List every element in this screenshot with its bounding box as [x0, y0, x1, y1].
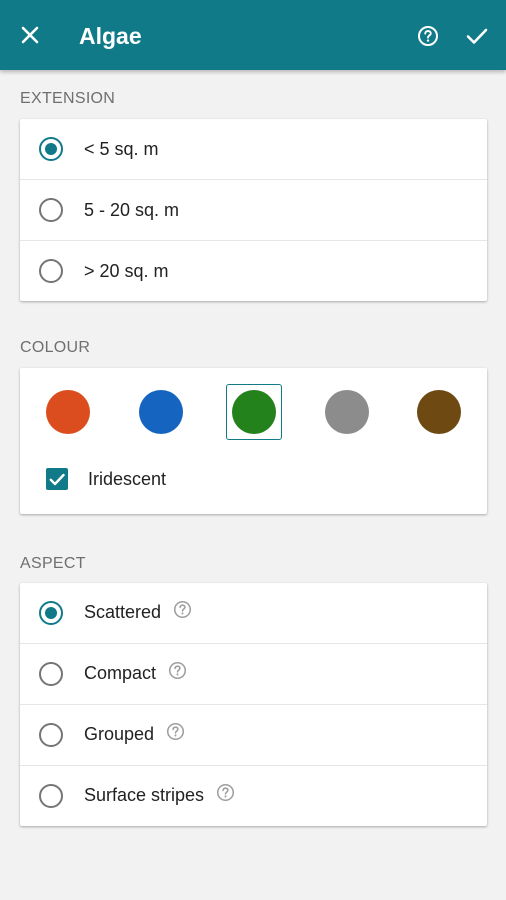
- radio-unchecked[interactable]: [39, 259, 63, 283]
- swatch-brown[interactable]: [411, 384, 467, 440]
- extension-card: < 5 sq. m 5 - 20 sq. m > 20 sq. m: [20, 119, 487, 301]
- colour-section-title: COLOUR: [20, 339, 91, 356]
- help-circle-icon[interactable]: [413, 21, 443, 51]
- option-label: Scattered: [84, 602, 162, 623]
- option-label-wrap: Grouped: [84, 722, 185, 746]
- swatch-circle: [417, 390, 461, 434]
- help-circle-icon[interactable]: [216, 783, 235, 807]
- option-label: > 20 sq. m: [84, 260, 169, 281]
- aspect-card: Scattered Compact Grouped Surface stripe…: [20, 583, 487, 826]
- help-circle-icon[interactable]: [173, 600, 192, 624]
- colour-swatches: [20, 384, 487, 440]
- aspect-option-surface-stripes[interactable]: Surface stripes: [20, 766, 487, 826]
- page-title: Algae: [79, 23, 142, 49]
- radio-unchecked[interactable]: [39, 784, 63, 808]
- option-label-wrap: Surface stripes: [84, 783, 235, 807]
- radio-checked[interactable]: [39, 137, 63, 161]
- swatch-circle: [139, 390, 183, 434]
- swatch-circle: [46, 390, 90, 434]
- check-icon[interactable]: [461, 20, 493, 52]
- iridescent-label: Iridescent: [88, 469, 167, 489]
- app-bar: Algae: [0, 0, 506, 70]
- radio-unchecked[interactable]: [39, 198, 63, 222]
- radio-checked[interactable]: [39, 601, 63, 625]
- close-icon[interactable]: [14, 19, 46, 51]
- swatch-circle: [325, 390, 369, 434]
- aspect-option-grouped[interactable]: Grouped: [20, 705, 487, 766]
- swatch-circle: [232, 390, 276, 434]
- iridescent-checkbox-row[interactable]: Iridescent: [20, 460, 487, 498]
- swatch-orange[interactable]: [40, 384, 96, 440]
- option-label: 5 - 20 sq. m: [84, 199, 180, 220]
- radio-unchecked[interactable]: [39, 662, 63, 686]
- radio-unchecked[interactable]: [39, 723, 63, 747]
- checkbox-checked[interactable]: [46, 468, 68, 490]
- aspect-section-title: ASPECT: [20, 555, 86, 572]
- swatch-blue[interactable]: [133, 384, 189, 440]
- extension-option-5-20[interactable]: 5 - 20 sq. m: [20, 180, 487, 241]
- extension-option-more-20[interactable]: > 20 sq. m: [20, 241, 487, 301]
- swatch-grey[interactable]: [319, 384, 375, 440]
- colour-card: Iridescent: [20, 368, 487, 514]
- help-circle-icon[interactable]: [166, 722, 185, 746]
- extension-option-less-5[interactable]: < 5 sq. m: [20, 119, 487, 180]
- aspect-option-compact[interactable]: Compact: [20, 644, 487, 705]
- aspect-option-scattered[interactable]: Scattered: [20, 583, 487, 644]
- option-label: Compact: [84, 663, 157, 684]
- option-label-wrap: Compact: [84, 661, 187, 685]
- option-label-wrap: Scattered: [84, 600, 192, 624]
- help-circle-icon[interactable]: [168, 661, 187, 685]
- option-label: < 5 sq. m: [84, 138, 159, 159]
- swatch-green[interactable]: [226, 384, 282, 440]
- option-label: Surface stripes: [84, 785, 205, 806]
- extension-section-title: EXTENSION: [20, 90, 116, 107]
- option-label: Grouped: [84, 724, 155, 745]
